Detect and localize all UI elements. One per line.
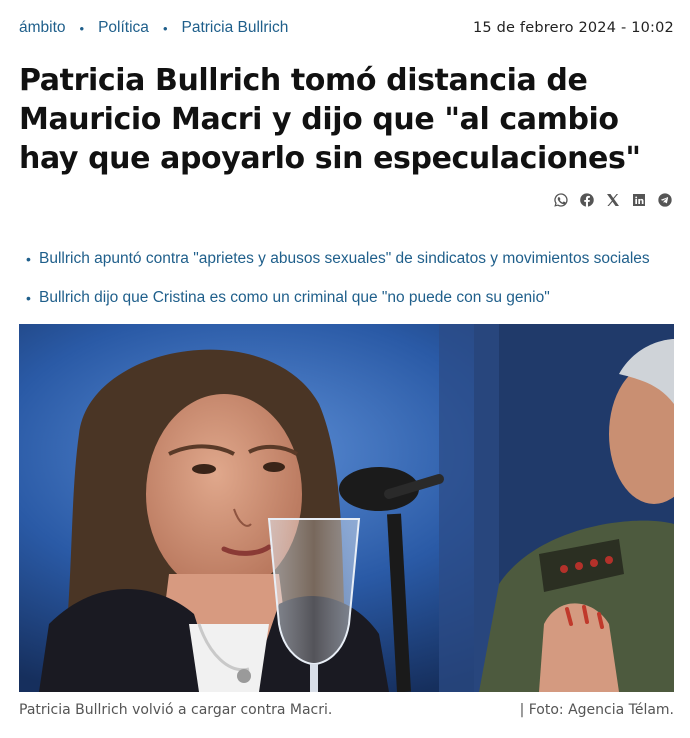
breadcrumb: ámbito • Política • Patricia Bullrich — [19, 19, 288, 37]
photo-caption: Patricia Bullrich volvió a cargar contra… — [19, 702, 674, 718]
x-icon[interactable] — [604, 191, 622, 209]
related-link-item: • Bullrich dijo que Cristina es como un … — [26, 288, 678, 308]
photo-credit: | Foto: Agencia Télam. — [519, 702, 674, 718]
article-header-bar: ámbito • Política • Patricia Bullrich 15… — [19, 17, 674, 39]
related-link[interactable]: Bullrich dijo que Cristina es como un cr… — [39, 288, 550, 308]
linkedin-icon[interactable] — [630, 191, 648, 209]
whatsapp-icon[interactable] — [552, 191, 570, 209]
bullet: • — [26, 290, 31, 306]
breadcrumb-item-politica[interactable]: Política — [98, 19, 149, 37]
bullet: • — [26, 251, 31, 267]
article-photo — [19, 324, 674, 692]
related-links: • Bullrich apuntó contra "aprietes y abu… — [26, 249, 678, 327]
share-bar — [552, 191, 674, 209]
facebook-icon[interactable] — [578, 191, 596, 209]
breadcrumb-item-patricia-bullrich[interactable]: Patricia Bullrich — [182, 19, 289, 37]
publish-date: 15 de febrero 2024 - 10:02 — [472, 20, 674, 36]
breadcrumb-item-ambito[interactable]: ámbito — [19, 19, 66, 37]
article-headline: Patricia Bullrich tomó distancia de Maur… — [19, 63, 641, 176]
photo-press-conference — [19, 324, 674, 692]
related-link-item: • Bullrich apuntó contra "aprietes y abu… — [26, 249, 678, 269]
related-link[interactable]: Bullrich apuntó contra "aprietes y abuso… — [39, 249, 650, 269]
breadcrumb-separator: • — [162, 20, 168, 36]
breadcrumb-separator: • — [79, 20, 85, 36]
telegram-icon[interactable] — [656, 191, 674, 209]
caption-text: Patricia Bullrich volvió a cargar contra… — [19, 702, 333, 718]
